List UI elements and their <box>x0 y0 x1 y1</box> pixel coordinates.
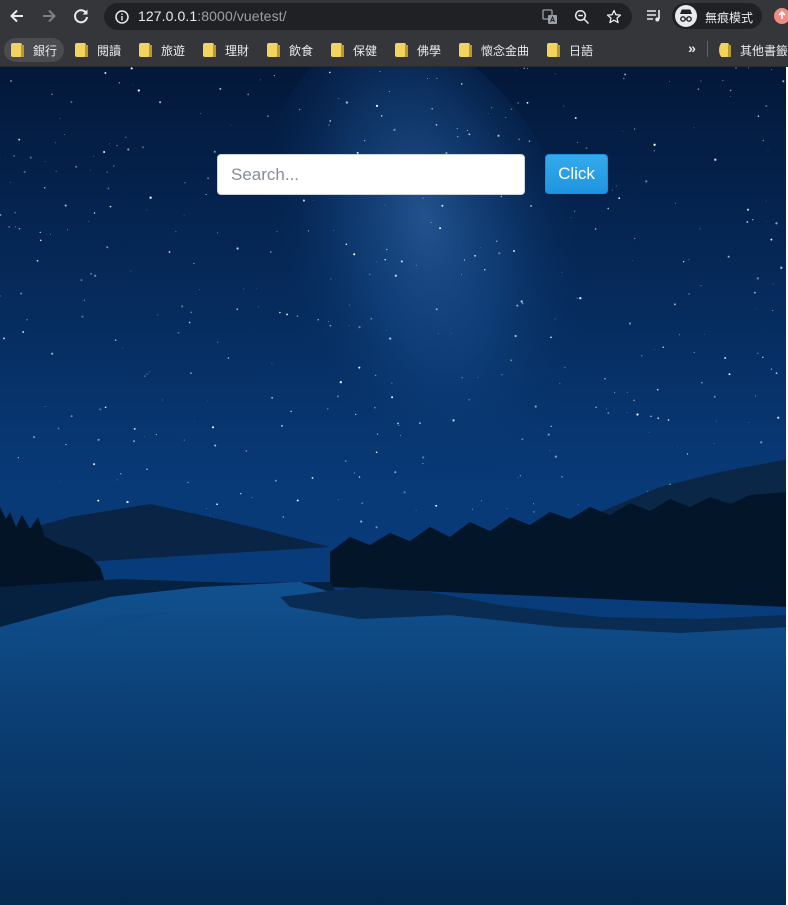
folder-icon <box>203 43 216 57</box>
forward-button[interactable] <box>37 4 61 28</box>
translate-icon[interactable] <box>540 7 560 27</box>
bookmark-folder[interactable]: 旅遊 <box>139 38 185 62</box>
bookmark-folder[interactable]: 保健 <box>331 38 377 62</box>
browser-toolbar: 127.0.0.1:8000/vuetest/ 無痕模式 <box>0 0 788 32</box>
arrow-left-icon <box>10 9 23 23</box>
incognito-label: 無痕模式 <box>705 11 754 25</box>
bookmark-folder[interactable]: 飲食 <box>267 38 313 62</box>
other-bookmarks-folder[interactable]: 其他書籤 <box>719 38 788 62</box>
bookmark-folder[interactable]: 佛學 <box>395 38 441 62</box>
bookmarks-bar: 銀行 閱讀 旅遊 理財 飲食 保健 佛學 懷念金曲 日語 其他書籤 <box>0 32 788 67</box>
incognito-icon <box>675 5 697 27</box>
folder-icon <box>547 43 560 57</box>
bookmark-folder[interactable]: 理財 <box>203 38 249 62</box>
bookmark-label: 閱讀 <box>97 43 122 58</box>
reload-icon <box>74 9 88 24</box>
folder-icon <box>11 43 24 57</box>
url-host: 127.0.0.1 <box>138 8 198 24</box>
chevron-double-right-icon[interactable]: » <box>682 38 702 58</box>
search-input[interactable] <box>217 154 525 195</box>
incognito-badge[interactable]: 無痕模式 <box>672 3 762 29</box>
bookmark-label: 佛學 <box>417 43 442 58</box>
info-icon[interactable] <box>112 7 132 27</box>
folder-icon <box>267 43 280 57</box>
address-bar[interactable]: 127.0.0.1:8000/vuetest/ <box>104 3 632 30</box>
url-path: :8000/vuetest/ <box>197 8 287 24</box>
bookmark-folder[interactable]: 銀行 <box>4 38 65 62</box>
star-icon[interactable] <box>604 7 624 27</box>
click-button[interactable]: Click <box>545 154 608 194</box>
folder-icon <box>395 43 408 57</box>
arrow-right-icon <box>43 9 56 23</box>
address-url: 127.0.0.1:8000/vuetest/ <box>138 8 287 24</box>
folder-icon <box>331 43 344 57</box>
update-icon[interactable] <box>770 4 788 28</box>
folder-icon <box>139 43 152 57</box>
page-content: Click <box>0 67 788 905</box>
bookmark-folder[interactable]: 懷念金曲 <box>459 38 529 62</box>
bookmark-label: 懷念金曲 <box>481 43 530 58</box>
folder-icon <box>719 43 731 57</box>
bookmark-label: 日語 <box>569 43 594 58</box>
bookmark-label: 保健 <box>353 43 378 58</box>
folder-icon <box>75 43 88 57</box>
bookmark-label: 旅遊 <box>161 43 186 58</box>
bookmark-label: 理財 <box>225 43 250 58</box>
folder-icon <box>459 43 472 57</box>
media-control-icon[interactable] <box>642 4 666 28</box>
bookmark-folder[interactable]: 日語 <box>547 38 593 62</box>
bookmark-label: 飲食 <box>289 43 314 58</box>
bookmark-folder[interactable]: 閱讀 <box>75 38 121 62</box>
other-bookmarks-label: 其他書籤 <box>739 43 788 58</box>
bookmark-label: 銀行 <box>33 43 58 58</box>
reload-button[interactable] <box>69 4 93 28</box>
bookmarks-separator <box>707 41 708 57</box>
zoom-out-icon[interactable] <box>572 7 592 27</box>
back-button[interactable] <box>5 4 29 28</box>
